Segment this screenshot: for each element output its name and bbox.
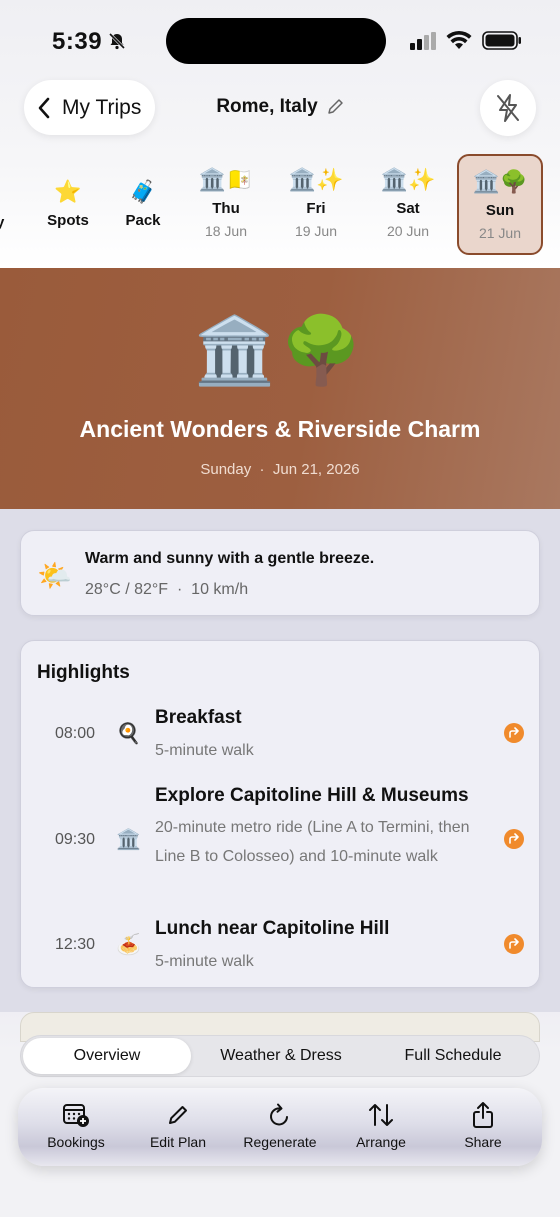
- tab-date: 21 Jun: [478, 225, 522, 241]
- weather-meta: 28°C / 82°F · 10 km/h: [85, 581, 249, 598]
- item-title: Explore Capitoline Hill & Museums: [155, 785, 469, 806]
- segment-full-schedule[interactable]: Full Schedule: [369, 1038, 537, 1074]
- day-hero: 🏛️🌳 Ancient Wonders & Riverside Charm Su…: [0, 268, 560, 509]
- directions-button[interactable]: [504, 934, 524, 954]
- directions-button[interactable]: [504, 723, 524, 743]
- weather-card[interactable]: 🌤️ Warm and sunny with a gentle breeze. …: [20, 530, 540, 616]
- sun-cloud-icon: 🌤️: [37, 560, 72, 591]
- item-time: 08:00: [55, 725, 96, 742]
- hero-emoji-icons: 🏛️🌳: [193, 313, 367, 387]
- refresh-icon: [270, 1103, 288, 1126]
- day-weekday: Sunday: [200, 461, 252, 478]
- trip-title-text: Rome, Italy: [216, 96, 318, 117]
- segment-weather-dress[interactable]: Weather & Dress: [195, 1038, 367, 1074]
- tab-spots[interactable]: ⭐ Spots: [38, 178, 98, 229]
- bell-off-icon: [108, 32, 126, 50]
- day-icons: 🏛️✨: [380, 167, 436, 192]
- bottom-toolbar: Bookings Edit Plan Regenerate Arrange Sh…: [18, 1088, 542, 1166]
- tab-label: Pack: [125, 212, 161, 229]
- tab-partial[interactable]: y: [0, 214, 4, 231]
- item-desc: 20-minute metro ride (Line A to Termini,…: [155, 819, 470, 865]
- item-title: Lunch near Capitoline Hill: [155, 918, 390, 939]
- sort-arrows-icon: [369, 1104, 393, 1126]
- share-icon: [473, 1102, 493, 1128]
- highlights-title: Highlights: [37, 662, 130, 683]
- calendar-add-icon: [63, 1104, 89, 1127]
- tab-day-fri[interactable]: 🏛️✨ Fri 19 Jun: [276, 166, 356, 239]
- bookings-button[interactable]: Bookings: [26, 1100, 126, 1150]
- day-icons: 🏛️🌳: [472, 169, 528, 194]
- tab-day-sun-selected[interactable]: 🏛️🌳 Sun 21 Jun: [457, 154, 543, 255]
- day-date: Jun 21, 2026: [272, 461, 360, 478]
- star-icon: ⭐: [54, 179, 82, 204]
- classical-building-icon: 🏛️: [116, 829, 141, 851]
- luggage-icon: 🧳: [129, 179, 157, 204]
- segment-overview[interactable]: Overview: [23, 1038, 191, 1074]
- edit-plan-button[interactable]: Edit Plan: [128, 1100, 228, 1150]
- weather-temperature: 28°C / 82°F: [85, 581, 169, 598]
- tab-day-sat[interactable]: 🏛️✨ Sat 20 Jun: [368, 166, 448, 239]
- highlights-card: Highlights 08:00 🍳 Breakfast 5-minute wa…: [20, 640, 540, 988]
- weather-wind: 10 km/h: [191, 581, 249, 598]
- toolbar-label: Share: [464, 1134, 502, 1150]
- tab-label: Spots: [47, 212, 89, 229]
- item-title: Breakfast: [155, 707, 242, 728]
- day-icons: 🏛️✨: [288, 167, 344, 192]
- day-date-line: Sunday · Jun 21, 2026: [200, 461, 360, 478]
- pencil-icon: [169, 1106, 187, 1124]
- spaghetti-icon: 🍝: [116, 934, 141, 956]
- dynamic-island: [166, 18, 386, 64]
- item-desc: 5-minute walk: [155, 742, 254, 759]
- arrow-turn-icon: [509, 833, 519, 844]
- toolbar-label: Edit Plan: [149, 1134, 207, 1150]
- arrow-turn-icon: [509, 938, 519, 949]
- battery-icon: [482, 31, 521, 50]
- item-desc: 5-minute walk: [155, 953, 254, 970]
- toolbar-label: Regenerate: [243, 1134, 317, 1150]
- list-item[interactable]: 08:00 🍳 Breakfast 5-minute walk: [21, 703, 541, 769]
- tab-date: 18 Jun: [204, 223, 248, 239]
- day-icons: 🏛️🇻🇦: [198, 167, 254, 192]
- item-time: 09:30: [55, 831, 96, 848]
- signal-icon: [410, 32, 436, 50]
- flash-off-button[interactable]: [480, 80, 536, 136]
- status-bar: 5:39: [0, 0, 560, 80]
- view-segmented-control: Overview Weather & Dress Full Schedule: [20, 1035, 540, 1077]
- tab-day: Sat: [396, 200, 420, 217]
- weather-description: Warm and sunny with a gentle breeze.: [85, 550, 375, 567]
- regenerate-button[interactable]: Regenerate: [230, 1100, 330, 1150]
- arrow-turn-icon: [509, 727, 519, 738]
- trip-title[interactable]: Rome, Italy: [0, 96, 560, 118]
- pan-icon: 🍳: [116, 723, 141, 745]
- flash-off-icon: [497, 94, 519, 122]
- tab-day: Sun: [485, 202, 515, 219]
- day-tab-strip: y ⭐ Spots 🧳 Pack 🏛️🇻🇦 Thu 18 Jun 🏛️✨ Fri…: [0, 152, 560, 260]
- list-item[interactable]: 12:30 🍝 Lunch near Capitoline Hill 5-min…: [21, 916, 541, 982]
- tab-pack[interactable]: 🧳 Pack: [114, 178, 172, 229]
- item-time: 12:30: [55, 936, 96, 953]
- pencil-icon: [327, 99, 343, 114]
- toolbar-label: Arrange: [356, 1134, 406, 1150]
- toolbar-label: Bookings: [47, 1134, 105, 1150]
- tab-day: Fri: [306, 200, 326, 217]
- day-title: Ancient Wonders & Riverside Charm: [79, 416, 481, 442]
- tab-day-thu[interactable]: 🏛️🇻🇦 Thu 18 Jun: [186, 166, 266, 239]
- tab-day: Thu: [212, 200, 240, 217]
- directions-button[interactable]: [504, 829, 524, 849]
- list-item[interactable]: 09:30 🏛️ Explore Capitoline Hill & Museu…: [21, 781, 541, 901]
- tab-date: 20 Jun: [386, 223, 430, 239]
- wifi-icon: [446, 30, 472, 49]
- status-time: 5:39: [52, 28, 103, 55]
- arrange-button[interactable]: Arrange: [331, 1100, 431, 1150]
- tab-date: 19 Jun: [294, 223, 338, 239]
- share-button[interactable]: Share: [433, 1100, 533, 1150]
